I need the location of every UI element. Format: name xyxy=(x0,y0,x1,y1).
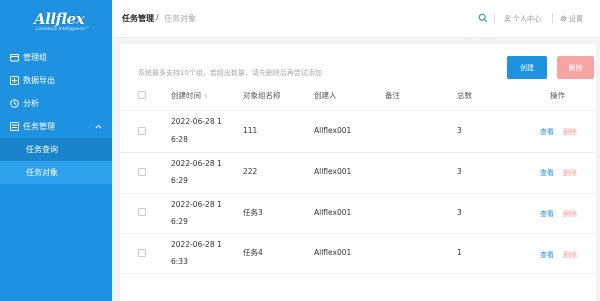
folder-icon xyxy=(10,53,19,62)
row-checkbox[interactable] xyxy=(138,127,146,135)
sidebar-subitem-task-object[interactable]: 任务对象 xyxy=(0,161,112,184)
view-link[interactable]: 查看 xyxy=(540,168,554,178)
cell-creator: Allflex001 xyxy=(314,126,352,135)
sidebar-subitem-label: 任务对象 xyxy=(26,168,58,177)
user-icon xyxy=(504,14,511,24)
row-checkbox[interactable] xyxy=(138,168,146,176)
column-header-actions: 操作 xyxy=(550,91,565,100)
search-icon[interactable] xyxy=(478,13,488,23)
view-link[interactable]: 查看 xyxy=(540,127,554,137)
gear-icon xyxy=(560,14,567,24)
breadcrumb-current: 任务对象 xyxy=(164,14,196,23)
breadcrumb-separator: / xyxy=(156,13,159,22)
divider xyxy=(552,13,553,23)
delete-link[interactable]: 删除 xyxy=(563,168,577,178)
cell-created-time-cont: 6:28 xyxy=(171,135,188,144)
submenu-task-management: 任务查询 任务对象 xyxy=(0,138,112,184)
sidebar-item-groups[interactable]: 管理组 xyxy=(0,46,112,69)
row-checkbox[interactable] xyxy=(138,249,146,257)
delete-link[interactable]: 删除 xyxy=(563,127,577,137)
row-divider xyxy=(120,233,596,234)
cell-total: 1 xyxy=(457,248,462,257)
cell-group-name: 222 xyxy=(243,167,258,176)
tasks-icon xyxy=(10,122,19,131)
divider xyxy=(494,13,495,23)
clock-icon xyxy=(10,99,19,108)
row-checkbox[interactable] xyxy=(138,208,146,216)
row-divider xyxy=(120,152,596,153)
sidebar-item-label: 数据导出 xyxy=(23,76,55,85)
cell-created-time: 2022-06-28 1 xyxy=(171,117,222,126)
sidebar-item-analysis[interactable]: 分析 xyxy=(0,92,112,115)
delete-button[interactable]: 删除 xyxy=(557,56,594,79)
view-link[interactable]: 查看 xyxy=(540,209,554,219)
sort-icon[interactable]: ⇕ xyxy=(203,93,208,99)
sidebar-subitem-task-query[interactable]: 任务查询 xyxy=(0,138,112,161)
cell-group-name: 任务4 xyxy=(243,248,263,257)
chevron-up-icon xyxy=(95,123,102,131)
view-link[interactable]: 查看 xyxy=(540,250,554,260)
group-limit-hint: 系统最多支持10个组，若超出数量，请先删除后再尝试添加 xyxy=(138,69,322,77)
sidebar-item-label: 分析 xyxy=(23,99,39,108)
logo-tagline: Livestock Intelligence™ xyxy=(36,26,90,32)
user-center-link[interactable]: 个人中心 xyxy=(504,14,541,24)
sidebar: Allflex Livestock Intelligence™ 管理组 数据导出… xyxy=(0,0,112,301)
column-header-total: 总数 xyxy=(457,91,472,100)
cell-group-name: 111 xyxy=(243,126,258,135)
cell-creator: Allflex001 xyxy=(314,248,352,257)
user-center-label: 个人中心 xyxy=(513,15,541,23)
cell-total: 3 xyxy=(457,208,462,217)
cell-total: 3 xyxy=(457,167,462,176)
row-divider xyxy=(120,273,596,274)
column-header-note: 备注 xyxy=(385,91,400,100)
top-bar: 任务管理 / 任务对象 个人中心 设置 xyxy=(112,0,600,38)
logo: Allflex Livestock Intelligence™ xyxy=(0,0,112,42)
sidebar-item-task-management[interactable]: 任务管理 xyxy=(0,115,112,138)
select-all-checkbox[interactable] xyxy=(138,91,146,99)
row-divider xyxy=(120,193,596,194)
sidebar-item-export[interactable]: 数据导出 xyxy=(0,69,112,92)
sidebar-subitem-label: 任务查询 xyxy=(26,145,58,154)
cell-creator: Allflex001 xyxy=(314,208,352,217)
sidebar-item-label: 任务管理 xyxy=(23,122,55,131)
cell-created-time-cont: 6:29 xyxy=(171,176,188,185)
cell-group-name: 任务3 xyxy=(243,208,263,217)
header-divider xyxy=(120,110,596,111)
delete-link[interactable]: 删除 xyxy=(563,250,577,260)
delete-link[interactable]: 删除 xyxy=(563,209,577,219)
column-header-creator: 创建人 xyxy=(314,91,337,100)
column-header-group-name: 对象组名称 xyxy=(243,91,281,100)
plus-square-icon xyxy=(10,76,19,85)
cell-created-time-cont: 6:29 xyxy=(171,217,188,226)
settings-link[interactable]: 设置 xyxy=(560,14,583,24)
logo-brand: Allflex xyxy=(34,9,85,28)
settings-label: 设置 xyxy=(569,15,583,23)
cell-total: 3 xyxy=(457,126,462,135)
create-button[interactable]: 创建 xyxy=(507,56,547,79)
cell-creator: Allflex001 xyxy=(314,167,352,176)
column-header-created-time[interactable]: 创建时间 ⇕ xyxy=(171,90,208,101)
sidebar-item-label: 管理组 xyxy=(23,53,47,62)
breadcrumb-main[interactable]: 任务管理 xyxy=(122,13,154,24)
cell-created-time-cont: 6:33 xyxy=(171,257,188,266)
